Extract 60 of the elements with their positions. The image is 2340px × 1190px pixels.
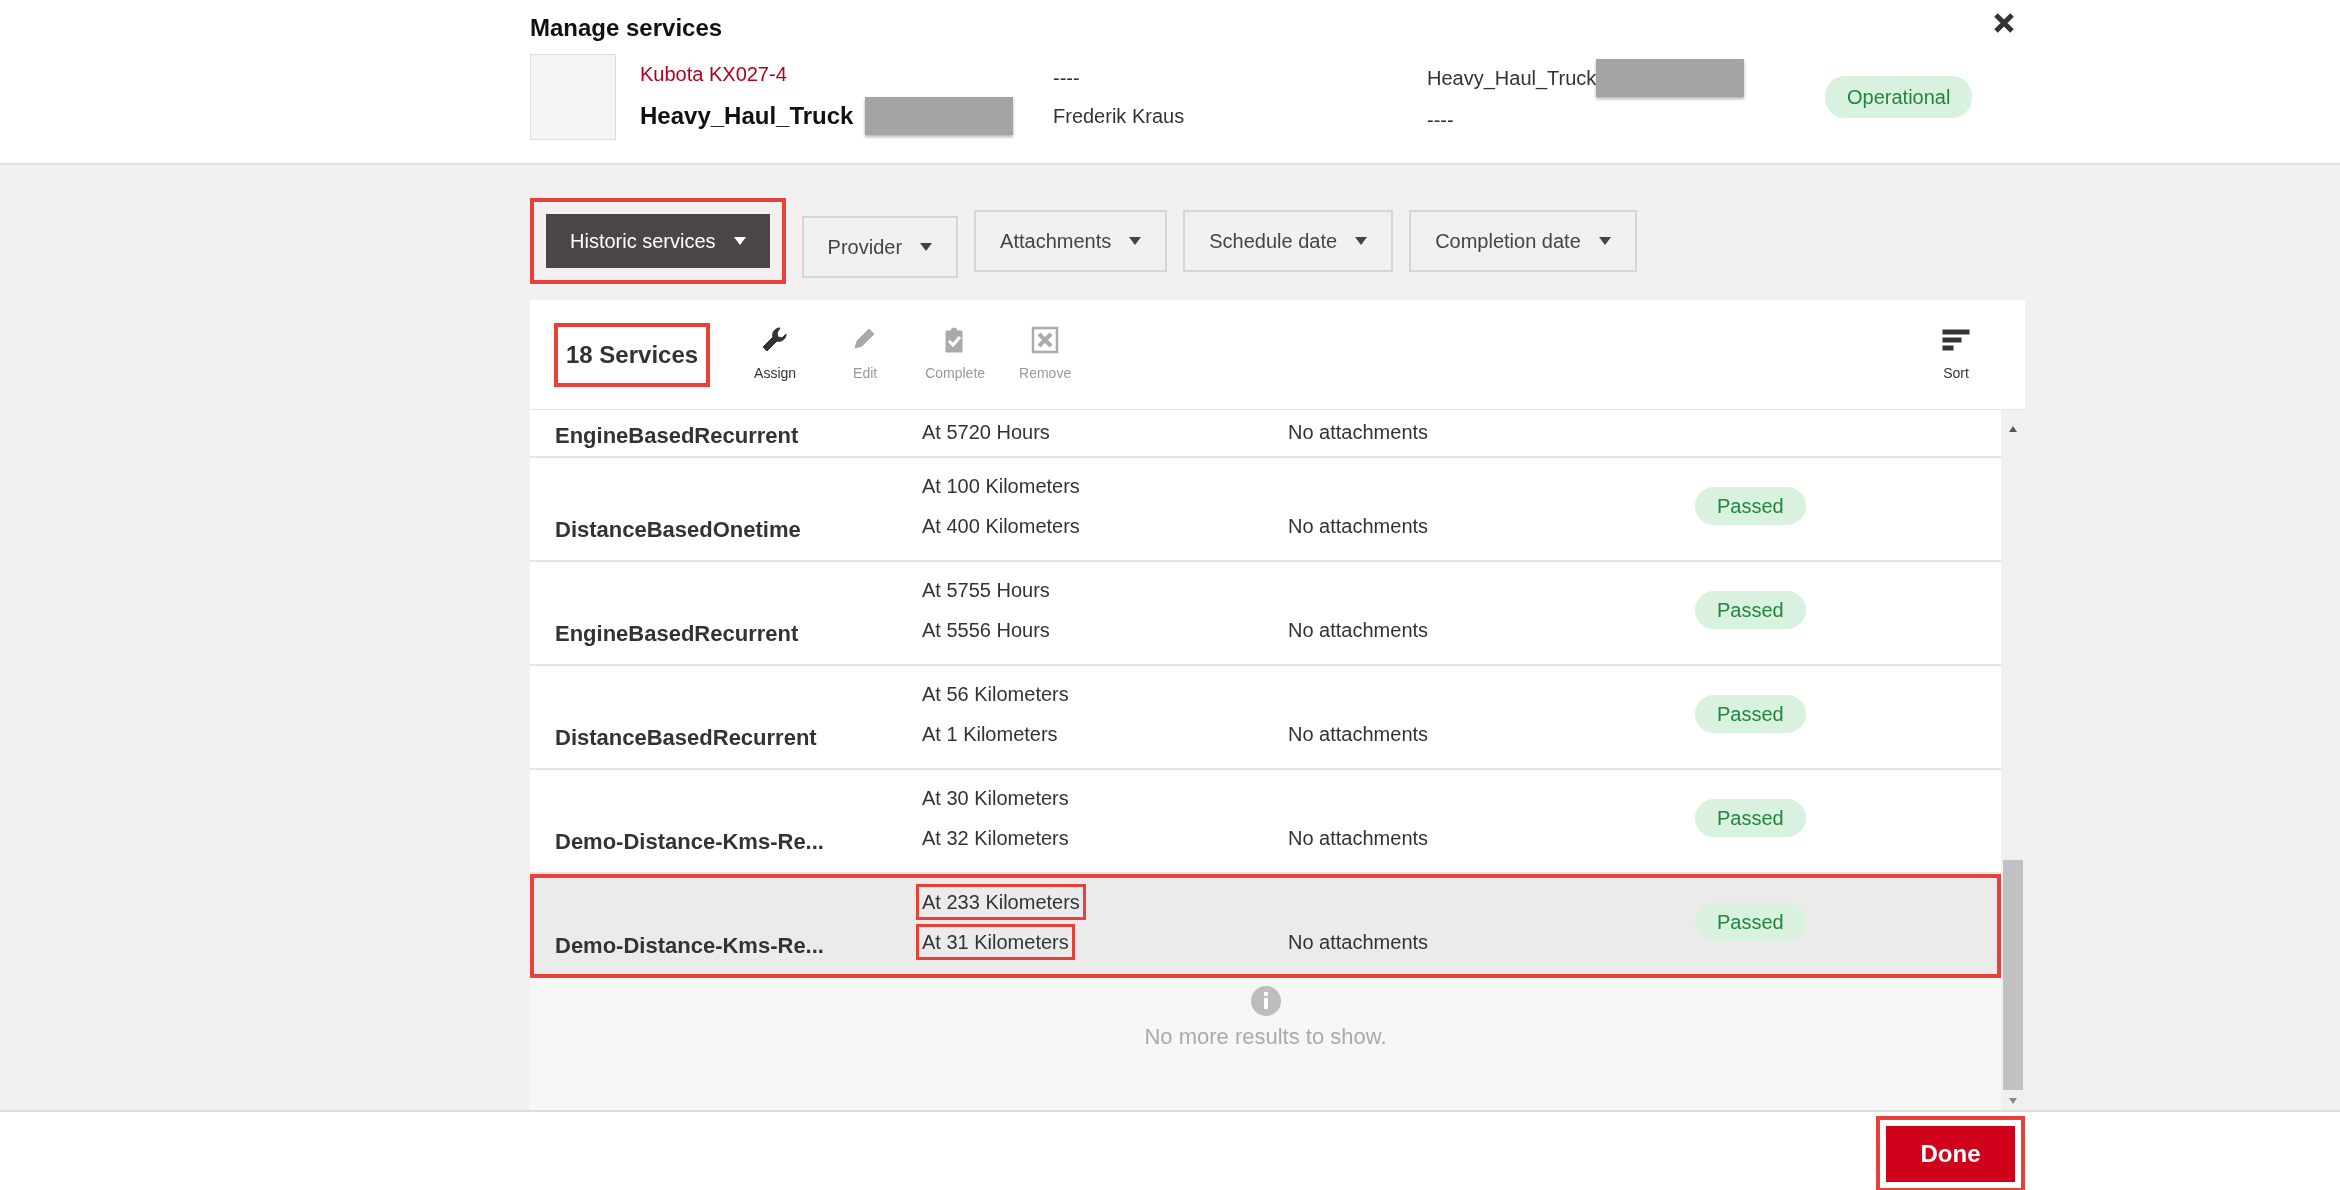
caret-icon xyxy=(1598,237,1611,245)
model-name: Kubota KX027-4 xyxy=(640,62,788,87)
schedule-text: At 5556 Hours xyxy=(921,618,1051,643)
attachments-text: No attachments xyxy=(1288,827,1429,849)
operator-name: Frederik Kraus xyxy=(1053,104,1186,129)
schedule-text: At 233 Kilometers xyxy=(916,884,1086,920)
service-row[interactable]: DistanceBasedRecurrent At 56 Kilometers At 1 Kilometers No attachments Passed xyxy=(530,666,2001,770)
field-value: ---- xyxy=(1053,66,1081,91)
attachments-text: No attachments xyxy=(1288,515,1429,537)
x-box-icon xyxy=(1030,325,1061,355)
status-badge: Passed xyxy=(1695,591,1806,629)
service-row[interactable]: Demo-Distance-Kms-Re... At 30 Kilometers At 32 Kilometers No attachments Passed xyxy=(530,770,2001,874)
toolbar-button[interactable]: Assign xyxy=(730,324,821,385)
attachments-text: No attachments xyxy=(1288,619,1429,641)
schedule-text: At 31 Kilometers xyxy=(916,924,1075,960)
service-row[interactable]: EngineBasedRecurrent At 5755 Hours At 5556 Hours No attachments Passed xyxy=(530,562,2001,666)
caret-icon xyxy=(920,243,933,251)
schedule-text: At 5755 Hours xyxy=(921,578,1051,603)
filter-dropdown[interactable]: Historic services xyxy=(530,198,786,284)
asset-name: Heavy_Haul_Truck xyxy=(640,101,854,131)
sort-button[interactable]: Sort xyxy=(1911,324,2001,385)
schedule-text: At 100 Kilometers xyxy=(921,474,1081,499)
service-row[interactable]: EngineBasedRecurrent At 5720 Hours No attachments xyxy=(530,410,2001,458)
service-name: EngineBasedRecurrent xyxy=(555,422,800,450)
attachments-text: No attachments xyxy=(1288,421,1429,443)
service-name: Demo-Distance-Kms-Re... xyxy=(555,932,825,960)
service-row[interactable]: Demo-Distance-Kms-Re... At 233 Kilometers At 31 Kilometers No attachments Passed xyxy=(530,874,2001,978)
done-button[interactable]: Done xyxy=(1876,1116,2025,1190)
status-badge: Passed xyxy=(1695,695,1806,733)
status-badge: Passed xyxy=(1695,903,1806,941)
schedule-text: At 400 Kilometers xyxy=(921,514,1081,539)
service-name: EngineBasedRecurrent xyxy=(555,620,800,648)
status-badge: Passed xyxy=(1695,487,1806,525)
filter-dropdown[interactable]: Provider xyxy=(801,216,959,278)
service-count: 18 Services xyxy=(554,322,711,387)
dialog-title: Manage services xyxy=(530,13,723,43)
attachments-text: No attachments xyxy=(1288,723,1429,745)
status-badge: Passed xyxy=(1695,799,1806,837)
filter-dropdown[interactable]: Completion date xyxy=(1409,210,1637,272)
caret-icon xyxy=(1355,237,1368,245)
close-icon[interactable] xyxy=(1993,12,2015,34)
schedule-text: At 56 Kilometers xyxy=(921,682,1070,707)
filter-dropdown[interactable]: Attachments xyxy=(974,210,1168,272)
asset-name: Heavy_Haul_Truck xyxy=(1427,66,1597,92)
service-name: Demo-Distance-Kms-Re... xyxy=(555,828,825,856)
schedule-text: At 32 Kilometers xyxy=(921,826,1070,851)
filter-dropdown[interactable]: Schedule date xyxy=(1183,210,1394,272)
service-row[interactable]: DistanceBasedOnetime At 100 Kilometers At 400 Kilometers No attachments Passed xyxy=(530,458,2001,562)
caret-icon xyxy=(1129,237,1142,245)
field-value: ---- xyxy=(1427,108,1455,133)
status-badge: Operational xyxy=(1825,76,1973,118)
schedule-text: At 5720 Hours xyxy=(921,420,1051,445)
caret-icon xyxy=(733,237,746,245)
end-message: No more results to show. xyxy=(1144,1023,1387,1051)
schedule-text: At 30 Kilometers xyxy=(921,786,1070,811)
service-name: DistanceBasedOnetime xyxy=(555,516,802,544)
schedule-text: At 1 Kilometers xyxy=(921,722,1059,747)
attachments-text: No attachments xyxy=(1288,931,1429,953)
service-name: DistanceBasedRecurrent xyxy=(555,724,818,752)
info-icon xyxy=(1250,986,1281,1016)
